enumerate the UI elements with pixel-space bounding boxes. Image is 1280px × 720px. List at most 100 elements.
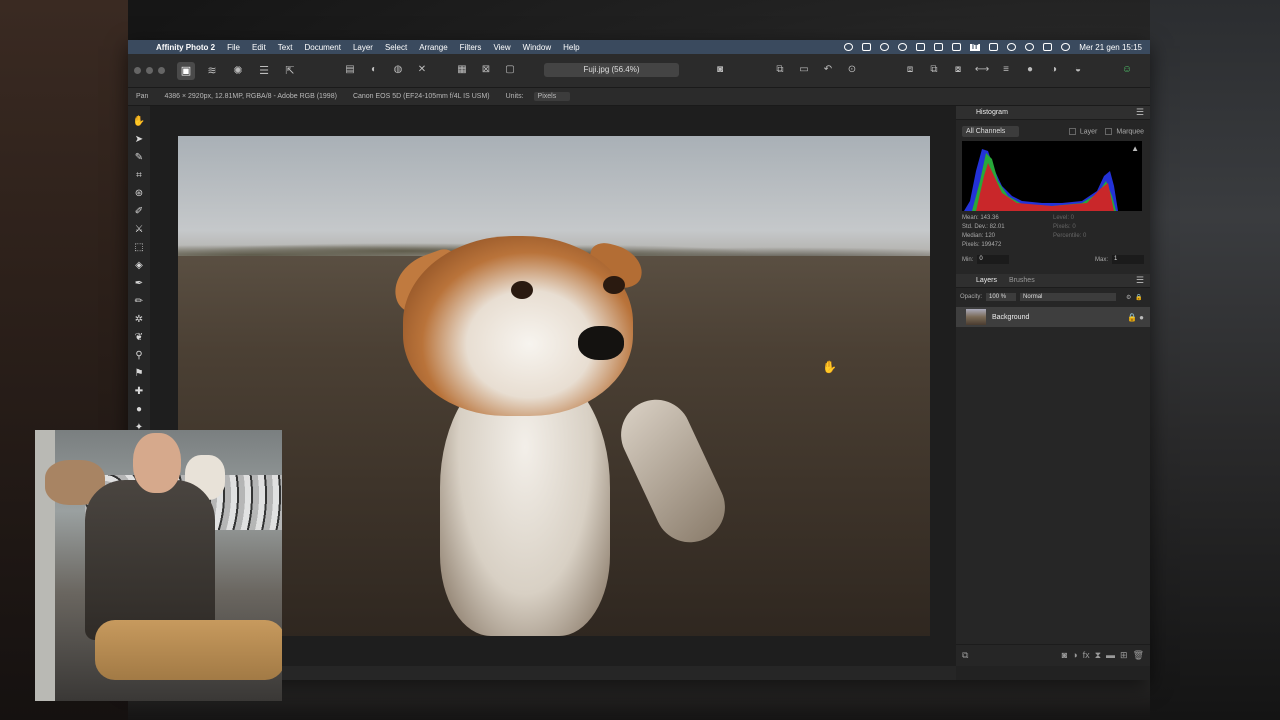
- select-icon[interactable]: ⧉: [773, 62, 787, 76]
- layers-menu-icon[interactable]: ☰: [1136, 275, 1150, 286]
- add-layer-icon[interactable]: ⊞: [1120, 650, 1128, 661]
- boolean-subtract-icon[interactable]: ◑: [1047, 62, 1061, 76]
- settings-gear-icon[interactable]: ⚙: [1126, 294, 1131, 301]
- clone-icon[interactable]: ⚑: [131, 365, 147, 381]
- frame-icon[interactable]: ▢: [503, 62, 517, 76]
- menu-help[interactable]: Help: [557, 43, 585, 52]
- group-folder-icon[interactable]: ▬: [1106, 650, 1115, 661]
- photo-persona-icon[interactable]: ▣: [177, 61, 195, 80]
- marquee-icon[interactable]: ⚔: [131, 221, 147, 237]
- crop-grid-icon[interactable]: ⊠: [479, 62, 493, 76]
- color-picker-icon[interactable]: ✎: [131, 149, 147, 165]
- close-window-button[interactable]: [134, 67, 141, 74]
- arrange-front-icon[interactable]: ⧇: [951, 62, 965, 76]
- layer-name[interactable]: Background: [992, 314, 1029, 321]
- menu-file[interactable]: File: [221, 43, 246, 52]
- layer-row[interactable]: Background 🔒 ●: [956, 307, 1150, 327]
- flip-icon[interactable]: ⟷: [975, 62, 989, 76]
- wifi-icon[interactable]: [1007, 43, 1017, 51]
- bluetooth-icon[interactable]: [952, 43, 962, 51]
- dodge-icon[interactable]: ❦: [131, 329, 147, 345]
- healing-icon[interactable]: ✚: [131, 383, 147, 399]
- flood-fill-icon[interactable]: ◈: [131, 257, 147, 273]
- snapping-icon[interactable]: ⊙: [845, 62, 859, 76]
- auto-colors-icon[interactable]: ◍: [391, 62, 405, 76]
- tab-brushes[interactable]: Brushes: [1003, 277, 1041, 284]
- paint-brush-icon[interactable]: ✏: [131, 293, 147, 309]
- layer-checkbox[interactable]: [1068, 127, 1076, 135]
- develop-persona-icon[interactable]: ✺: [229, 62, 247, 80]
- delete-layer-icon[interactable]: 🗑: [1133, 650, 1144, 661]
- marquee-option[interactable]: Marquee: [1105, 127, 1144, 135]
- mask-layer-icon[interactable]: ◙: [1062, 650, 1067, 661]
- keyboard-icon[interactable]: [989, 43, 999, 51]
- menu-edit[interactable]: Edit: [246, 43, 272, 52]
- gradient-icon[interactable]: ✒: [131, 275, 147, 291]
- flood-select-icon[interactable]: ✐: [131, 203, 147, 219]
- clipping-warning-icon[interactable]: ▲: [1131, 144, 1139, 153]
- tab-layers[interactable]: Layers: [970, 277, 1003, 284]
- siri-icon[interactable]: [1061, 43, 1071, 51]
- layer-lock-icon[interactable]: 🔒: [1127, 313, 1137, 322]
- panel-menu-icon[interactable]: ☰: [1136, 107, 1150, 118]
- hourglass-icon[interactable]: ⧗: [1095, 650, 1101, 661]
- zoom-window-button[interactable]: [158, 67, 165, 74]
- live-filter-icon[interactable]: fx: [1083, 650, 1090, 661]
- menu-filters[interactable]: Filters: [454, 43, 488, 52]
- max-field[interactable]: 1: [1112, 255, 1144, 264]
- control-center-icon[interactable]: [1043, 43, 1053, 51]
- move-icon[interactable]: ➤: [131, 131, 147, 147]
- units-select[interactable]: Pixels: [533, 92, 571, 101]
- export-persona-icon[interactable]: ⇱: [281, 62, 299, 80]
- blend-mode-select[interactable]: Normal: [1020, 293, 1117, 301]
- search-icon[interactable]: [1025, 43, 1035, 51]
- auto-contrast-icon[interactable]: ◐: [367, 62, 381, 76]
- document-title[interactable]: Fuji.jpg (56.4%): [544, 63, 679, 77]
- grid-icon[interactable]: ▦: [455, 62, 469, 76]
- undo-history-icon[interactable]: ↶: [821, 62, 835, 76]
- battery-icon[interactable]: [916, 43, 926, 51]
- levels-icon[interactable]: ▤: [343, 62, 357, 76]
- transform-icon[interactable]: ▭: [797, 62, 811, 76]
- record-icon[interactable]: [844, 43, 854, 51]
- pixel-tool-icon[interactable]: ✲: [131, 311, 147, 327]
- arrange-forward-icon[interactable]: ⧉: [927, 62, 941, 76]
- sync-icon[interactable]: [898, 43, 908, 51]
- channel-select[interactable]: All Channels: [962, 126, 1020, 137]
- menu-text[interactable]: Text: [272, 43, 299, 52]
- menu-app-name[interactable]: Affinity Photo 2: [150, 43, 221, 52]
- blur-icon[interactable]: ●: [131, 401, 147, 417]
- menu-view[interactable]: View: [487, 43, 516, 52]
- liquify-persona-icon[interactable]: ≋: [203, 62, 221, 80]
- boolean-add-icon[interactable]: ●: [1023, 62, 1037, 76]
- menu-document[interactable]: Document: [298, 43, 346, 52]
- zoom-icon[interactable]: ⚲: [131, 347, 147, 363]
- menu-window[interactable]: Window: [517, 43, 557, 52]
- opacity-field[interactable]: 100 %: [986, 293, 1017, 301]
- marquee-checkbox[interactable]: [1105, 127, 1113, 135]
- layer-option[interactable]: Layer: [1068, 127, 1097, 135]
- boolean-intersect-icon[interactable]: ◒: [1071, 62, 1085, 76]
- tab-histogram[interactable]: Histogram: [970, 109, 1014, 116]
- input-source-badge[interactable]: IT: [970, 43, 981, 51]
- arrange-back-icon[interactable]: ⧈: [903, 62, 917, 76]
- tone-mapping-persona-icon[interactable]: ☰: [255, 62, 273, 80]
- adjustment-layer-icon[interactable]: ◑: [1072, 650, 1077, 661]
- layer-blend-options-icon[interactable]: ⧉: [962, 650, 968, 661]
- rect-marquee-icon[interactable]: ⬚: [131, 239, 147, 255]
- auto-white-balance-icon[interactable]: ✕: [415, 62, 429, 76]
- selection-brush-icon[interactable]: ⊛: [131, 185, 147, 201]
- hand-icon[interactable]: ✋: [131, 113, 147, 129]
- menu-arrange[interactable]: Arrange: [413, 43, 453, 52]
- volume-icon[interactable]: [862, 43, 872, 51]
- account-icon[interactable]: ☺: [1120, 62, 1134, 76]
- layer-visibility-icon[interactable]: ●: [1139, 313, 1144, 322]
- play-icon[interactable]: [880, 43, 890, 51]
- photo-canvas[interactable]: [178, 136, 930, 636]
- menubar-clock[interactable]: Mer 21 gen 15:15: [1079, 43, 1142, 52]
- min-field[interactable]: 0: [977, 255, 1010, 264]
- minimize-window-button[interactable]: [146, 67, 153, 74]
- menu-select[interactable]: Select: [379, 43, 413, 52]
- align-icon[interactable]: ≡: [999, 62, 1013, 76]
- lock-icon[interactable]: 🔒: [1135, 294, 1142, 301]
